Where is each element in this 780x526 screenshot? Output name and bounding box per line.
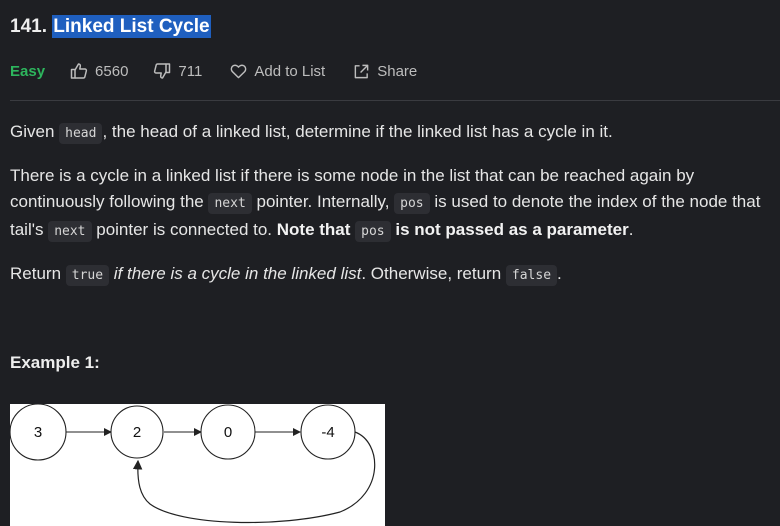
text-segment: , the head of a linked list, determine i… [102,122,613,141]
text-segment: . [557,264,562,283]
description-paragraph-3: Return true if there is a cycle in the l… [10,261,772,289]
node-2-label: 2 [133,424,141,441]
problem-number: 141. [10,16,47,37]
text-segment: pointer. Internally, [251,192,395,211]
node-3: 3 [9,403,67,461]
share-button[interactable]: Share [353,63,417,80]
like-button[interactable]: 6560 [70,62,128,80]
text-segment: pointer is connected to. [91,220,277,239]
problem-meta-bar: Easy 6560 711 Add to List Share [10,60,417,82]
description-paragraph-1: Given head, the head of a linked list, d… [10,119,772,147]
code-next: next [208,193,252,214]
difficulty-badge: Easy [10,62,46,80]
example-title: Example 1: [10,353,100,372]
problem-title-text[interactable]: Linked List Cycle [52,15,211,38]
description-paragraph-2: There is a cycle in a linked list if the… [10,163,772,245]
text-segment: . [628,220,634,239]
code-head: head [59,123,103,144]
share-icon [353,63,370,80]
text-segment: Return [10,264,66,283]
add-to-list-button[interactable]: Add to List [230,63,325,80]
node-0: 0 [200,404,256,460]
dislike-button[interactable]: 711 [153,62,202,80]
example-diagram: 3 2 0 -4 [9,403,385,526]
code-true: true [65,265,110,286]
header-divider [10,100,780,101]
code-false: false [505,265,558,286]
add-to-list-label: Add to List [254,62,326,80]
problem-description: Given head, the head of a linked list, d… [10,119,772,305]
code-next: next [48,221,92,242]
heart-icon [230,63,247,80]
text-segment: . Otherwise, return [361,264,506,283]
code-pos: pos [355,221,391,242]
text-segment: Given [10,122,60,141]
likes-count: 6560 [95,62,129,80]
share-label: Share [377,62,418,80]
note-bold: Note that [276,220,356,239]
code-pos: pos [394,193,430,214]
dislikes-count: 711 [178,62,203,80]
problem-page: 141. Linked List Cycle Easy 6560 711 Add… [0,0,780,526]
italic-text: if there is a cycle in the linked list [109,264,362,283]
problem-title: 141. Linked List Cycle [10,15,211,38]
node-0-label: 0 [224,424,232,441]
thumbs-up-icon [70,62,88,80]
note-bold: is not passed as a parameter [390,220,629,239]
node-neg4: -4 [300,404,356,460]
node-3-label: 3 [34,424,42,441]
thumbs-down-icon [153,62,171,80]
node-2: 2 [110,405,164,459]
node-neg4-label: -4 [321,424,334,441]
